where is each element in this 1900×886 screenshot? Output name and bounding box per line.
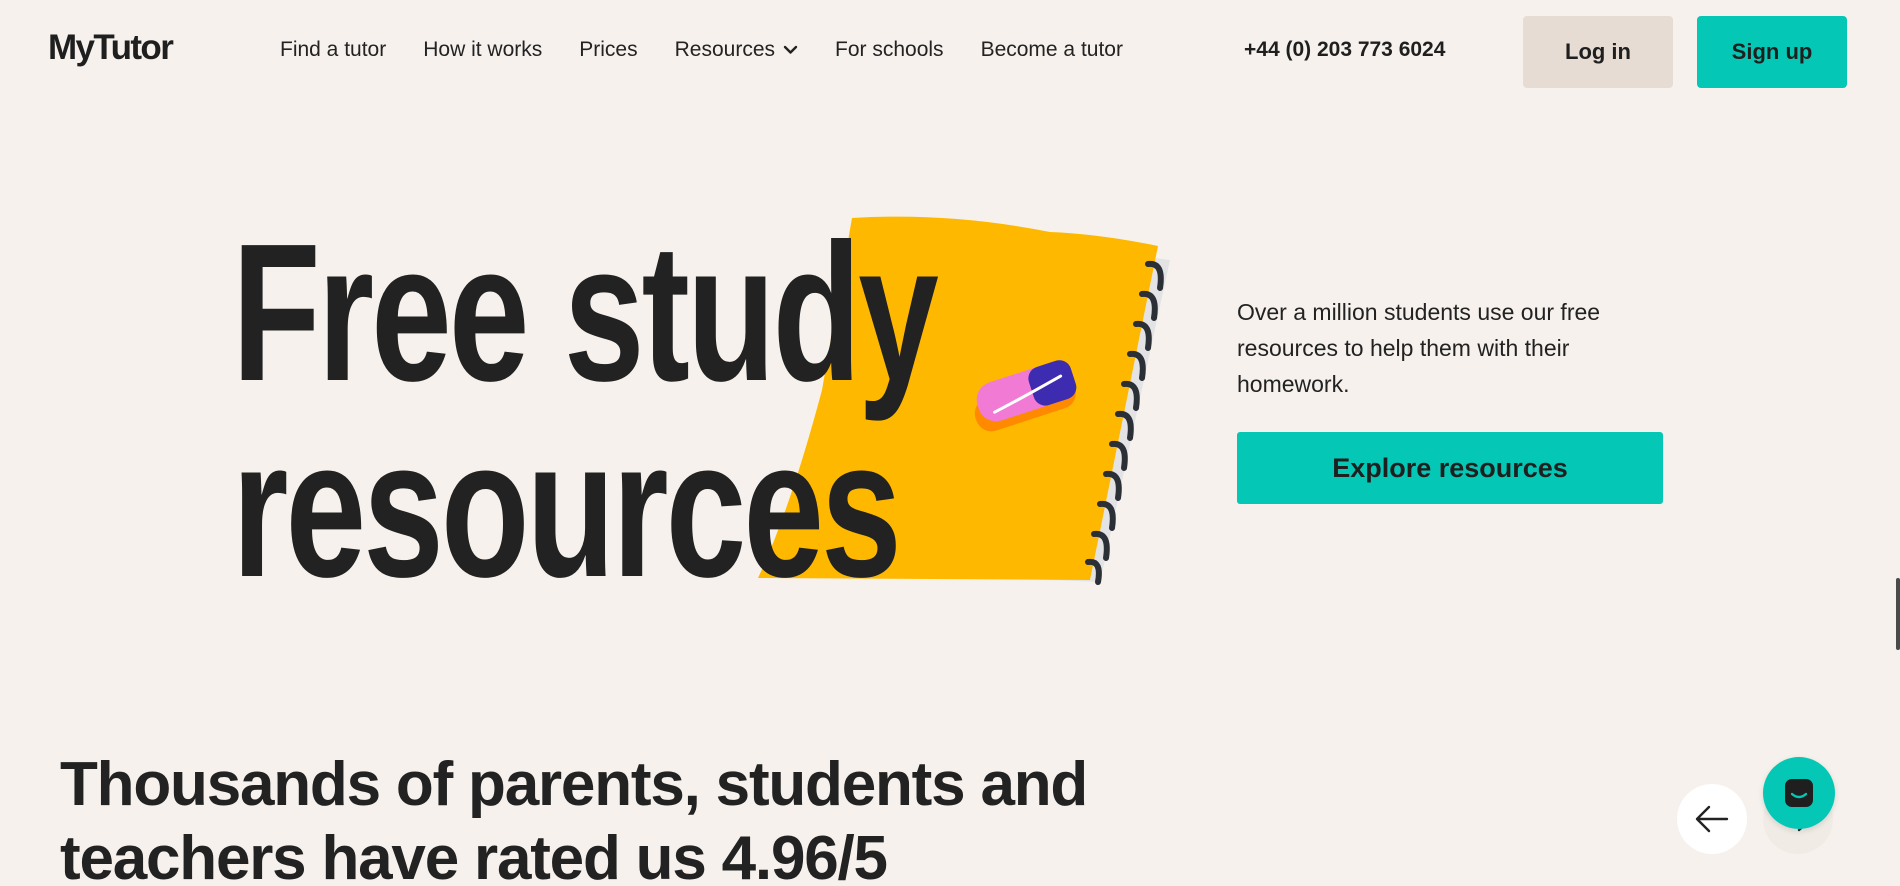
nav-resources-label: Resources xyxy=(674,38,776,61)
nav-resources[interactable]: Resources xyxy=(675,38,798,62)
logo[interactable]: MyTutor xyxy=(48,28,174,68)
login-button[interactable]: Log in xyxy=(1523,16,1673,88)
nav-links: Find a tutor How it works Prices Resourc… xyxy=(280,38,1160,62)
hero-title-line1: Free study xyxy=(232,203,939,422)
nav-for-schools[interactable]: For schools xyxy=(835,38,944,62)
signup-button[interactable]: Sign up xyxy=(1697,16,1847,88)
ratings-heading: Thousands of parents, students and teach… xyxy=(60,750,1088,886)
explore-resources-button[interactable]: Explore resources xyxy=(1237,432,1663,504)
hero-title: Free study resources xyxy=(232,203,939,618)
chat-launcher-button[interactable] xyxy=(1763,757,1835,829)
phone-number[interactable]: +44 (0) 203 773 6024 xyxy=(1244,38,1445,62)
hero-title-line2: resources xyxy=(232,399,902,618)
scrollbar-thumb[interactable] xyxy=(1896,578,1900,650)
chevron-down-icon xyxy=(783,45,798,54)
nav-find-a-tutor[interactable]: Find a tutor xyxy=(280,38,386,62)
arrow-left-icon xyxy=(1695,805,1729,833)
top-nav: MyTutor Find a tutor How it works Prices… xyxy=(0,0,1900,104)
chat-icon xyxy=(1785,779,1813,807)
hero-description: Over a million students use our free res… xyxy=(1237,299,1601,397)
nav-prices[interactable]: Prices xyxy=(579,38,637,62)
carousel-prev-button[interactable] xyxy=(1677,784,1747,854)
nav-how-it-works[interactable]: How it works xyxy=(423,38,542,62)
nav-become-a-tutor[interactable]: Become a tutor xyxy=(981,38,1123,62)
